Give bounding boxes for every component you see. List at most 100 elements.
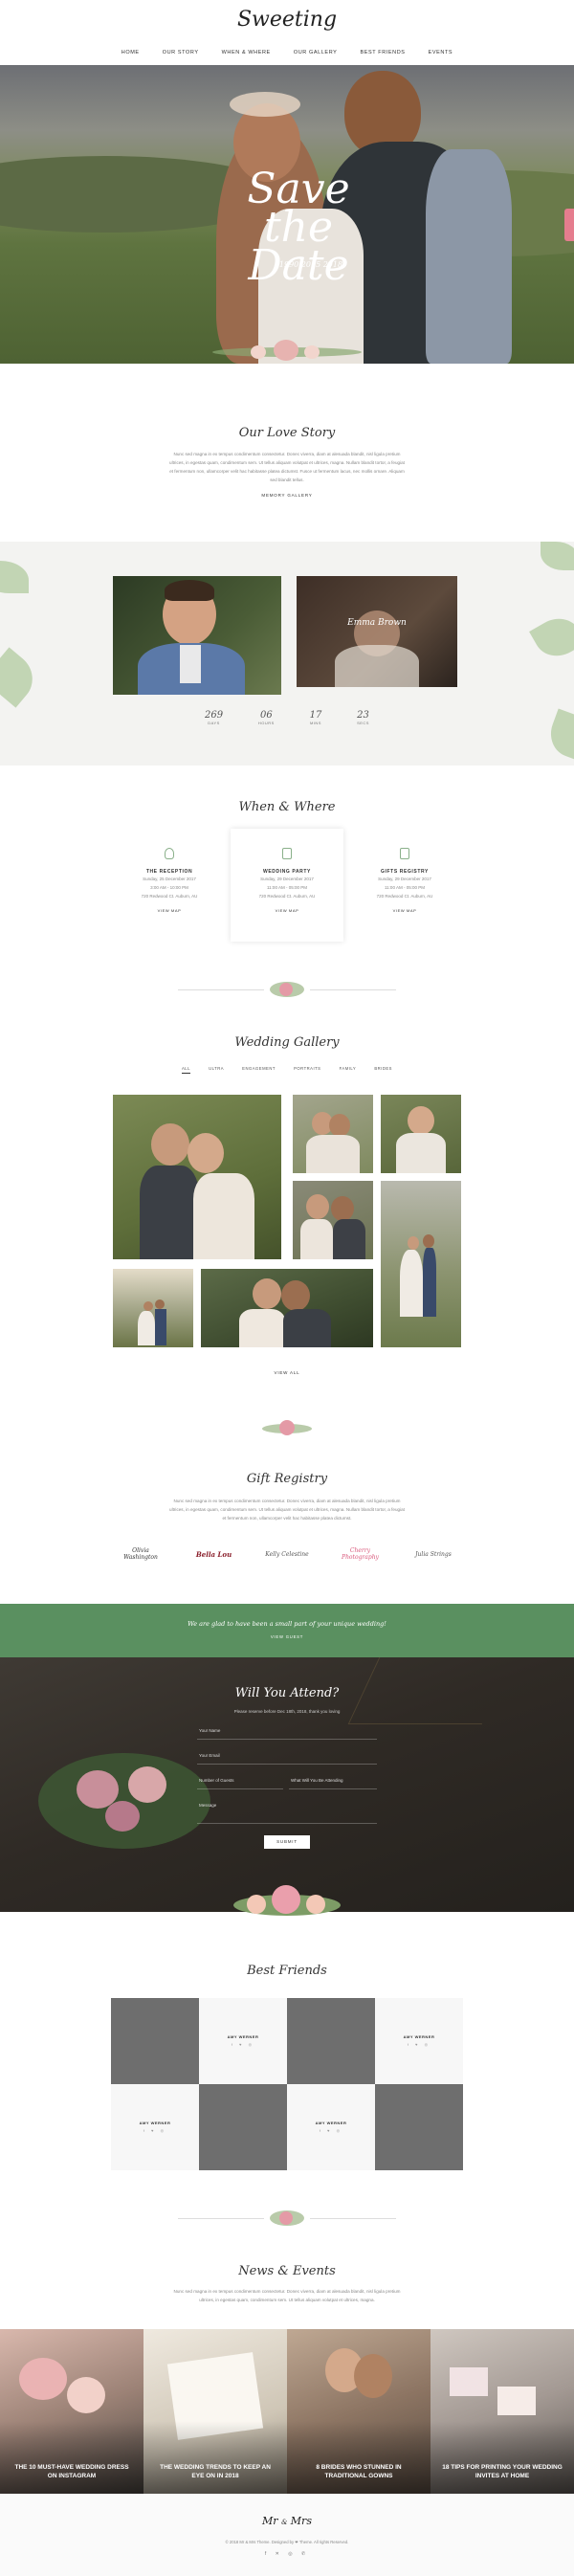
rsvp-title: Will You Attend?	[234, 1686, 340, 1700]
filter-family[interactable]: FAMILY	[340, 1066, 357, 1074]
brand-logo[interactable]: Cherry Photography	[335, 1547, 386, 1561]
friend-card: AMY WERNER f ♥ ◎	[287, 2084, 375, 2170]
view-map-link[interactable]: VIEW MAP	[348, 908, 461, 913]
flower-divider	[178, 2210, 396, 2226]
rsvp-section: Will You Attend? Please reserve before D…	[0, 1657, 574, 1912]
groom-photo	[113, 576, 281, 695]
bouquet-image	[38, 1715, 210, 1868]
story-text: Nunc sed magna in ex tempus condimentum …	[169, 452, 405, 482]
site-footer: Mr & Mrs © 2018 Mr & Mrs Theme. Designed…	[0, 2494, 574, 2576]
quote-banner: We are glad to have been a small part of…	[0, 1604, 574, 1657]
friend-photo	[111, 1998, 199, 2084]
news-card[interactable]: 8 BRIDES WHO STUNNED IN TRADITIONAL GOWN…	[287, 2329, 430, 2494]
main-nav: HOME OUR STORY WHEN & WHERE OUR GALLERY …	[0, 50, 574, 56]
gallery-photo[interactable]	[293, 1095, 373, 1173]
countdown-secs: 23 SECS	[357, 710, 369, 725]
view-all-link[interactable]: VIEW ALL	[0, 1370, 574, 1375]
message-field[interactable]: Message	[197, 1799, 377, 1824]
nav-our-gallery[interactable]: OUR GALLERY	[294, 50, 338, 56]
event-card-party: WEDDING PARTY Sunday, 29 December 2017 1…	[231, 829, 343, 942]
bride-name: Emma Brown	[347, 618, 407, 628]
side-tab[interactable]	[564, 209, 574, 241]
social-icons[interactable]: f ♥ ◎	[199, 2042, 287, 2047]
friends-title: Best Friends	[247, 1964, 327, 1978]
hero-banner: Save the Date 1990 2015 2018	[0, 65, 574, 364]
filter-brides[interactable]: BRIDES	[374, 1066, 392, 1074]
gallery-photo[interactable]	[113, 1095, 281, 1259]
brand-logo[interactable]: Julia Strings	[408, 1551, 459, 1558]
footer-logo[interactable]: Mr & Mrs	[0, 2515, 574, 2527]
flower-divider	[262, 1420, 312, 1435]
filter-all[interactable]: ALL	[182, 1066, 190, 1074]
submit-button[interactable]: SUBMIT	[264, 1835, 310, 1849]
event-card-reception: THE RECEPTION Sunday, 25 December 2017 3…	[113, 829, 226, 942]
brand-logo[interactable]: Kelly Celestine	[261, 1551, 313, 1558]
memory-gallery-link[interactable]: MEMORY GALLERY	[0, 493, 574, 498]
news-card-title[interactable]: 18 TIPS FOR PRINTING YOUR WEDDING INVITE…	[440, 2463, 564, 2480]
gallery-photo[interactable]	[381, 1095, 461, 1173]
flower-divider	[178, 982, 396, 997]
registry-text: Nunc sed magna in ex tempus condimentum …	[169, 1499, 405, 1521]
gallery-photo[interactable]	[381, 1181, 461, 1347]
nav-our-story[interactable]: OUR STORY	[163, 50, 199, 56]
social-icons[interactable]: f ♥ ◎	[287, 2128, 375, 2133]
countdown-hours: 06 HOURS	[257, 710, 275, 725]
attending-field[interactable]: What Will You Be Attending	[289, 1774, 377, 1789]
filter-portraits[interactable]: PORTRAITS	[294, 1066, 320, 1074]
site-header: Sweeting HOME OUR STORY WHEN & WHERE OUR…	[0, 0, 574, 65]
friend-photo	[375, 2084, 463, 2170]
friend-photo	[287, 1998, 375, 2084]
story-title: Our Love Story	[238, 426, 336, 440]
when-where-title: When & Where	[238, 800, 336, 814]
banner-text: We are glad to have been a small part of…	[188, 1620, 386, 1628]
copyright: © 2018 Mr & Mrs Theme. Designed by ❤ The…	[225, 2540, 349, 2544]
gallery-title: Wedding Gallery	[234, 1035, 340, 1050]
filter-engagement[interactable]: ENGAGEMENT	[242, 1066, 276, 1074]
rsvp-subtitle: Please reserve before Dec 18th, 2018, th…	[233, 1709, 341, 1714]
view-guest-link[interactable]: VIEW GUEST	[0, 1634, 574, 1639]
event-card-gifts: GIFTS REGISTRY Sunday, 29 December 2017 …	[348, 829, 461, 942]
name-field[interactable]: Your Name	[197, 1724, 377, 1740]
news-card-title[interactable]: THE WEDDING TRENDS TO KEEP AN EYE ON IN …	[153, 2463, 277, 2480]
flower-decoration	[233, 1881, 341, 1923]
gallery-photo[interactable]	[293, 1181, 373, 1259]
social-icons[interactable]: f ♥ ◎	[375, 2042, 463, 2047]
email-field[interactable]: Your Email	[197, 1749, 377, 1765]
friend-card: AMY WERNER f ♥ ◎	[199, 1998, 287, 2084]
hero-date: 1990 2015 2018	[278, 260, 343, 269]
gallery-photo[interactable]	[201, 1269, 373, 1347]
gift-icon	[400, 848, 409, 859]
view-map-link[interactable]: VIEW MAP	[231, 908, 343, 913]
site-logo[interactable]: Sweeting	[0, 8, 574, 32]
nav-events[interactable]: EVENTS	[429, 50, 453, 56]
news-card[interactable]: THE 10 MUST-HAVE WEDDING DRESS ON INSTAG…	[0, 2329, 144, 2494]
countdown-days: 269 DAYS	[205, 710, 224, 725]
brand-logo[interactable]: Olivia Washington	[115, 1547, 166, 1561]
nav-best-friends[interactable]: BEST FRIENDS	[360, 50, 405, 56]
news-card[interactable]: 18 TIPS FOR PRINTING YOUR WEDDING INVITE…	[430, 2329, 574, 2494]
flower-decoration	[212, 338, 362, 363]
news-title: News & Events	[238, 2264, 336, 2278]
countdown: 269 DAYS 06 HOURS 17 MINS 23 SECS	[205, 710, 369, 737]
registry-title: Gift Registry	[246, 1472, 328, 1486]
brand-logo[interactable]: Bella Lou	[188, 1550, 240, 1559]
footer-social-icons[interactable]: f ✕ ◎ ✆	[0, 2551, 574, 2557]
social-icons[interactable]: f ♥ ◎	[111, 2128, 199, 2133]
view-map-link[interactable]: VIEW MAP	[113, 908, 226, 913]
couple-section: Emma Brown 269 DAYS 06 HOURS 17 MINS 23 …	[0, 542, 574, 766]
friend-card: AMY WERNER f ♥ ◎	[375, 1998, 463, 2084]
news-card-title[interactable]: 8 BRIDES WHO STUNNED IN TRADITIONAL GOWN…	[297, 2463, 421, 2480]
gallery-filters: ALL ULTRA ENGAGEMENT PORTRAITS FAMILY BR…	[182, 1066, 392, 1074]
nav-home[interactable]: HOME	[121, 50, 140, 56]
gallery-photo[interactable]	[113, 1269, 193, 1347]
countdown-mins: 17 MINS	[309, 710, 322, 725]
news-card-title[interactable]: THE 10 MUST-HAVE WEDDING DRESS ON INSTAG…	[10, 2463, 134, 2480]
filter-ultra[interactable]: ULTRA	[209, 1066, 224, 1074]
news-text: Nunc sed magna in ex tempus condimentum …	[173, 2289, 401, 2302]
hero-title-line2: the Date	[248, 203, 349, 290]
brand-logos: Olivia Washington Bella Lou Kelly Celest…	[115, 1537, 459, 1571]
guests-field[interactable]: Number of Guests	[197, 1774, 283, 1789]
nav-when-where[interactable]: WHEN & WHERE	[222, 50, 271, 56]
news-card[interactable]: THE WEDDING TRENDS TO KEEP AN EYE ON IN …	[144, 2329, 287, 2494]
bride-photo: Emma Brown	[297, 576, 457, 687]
